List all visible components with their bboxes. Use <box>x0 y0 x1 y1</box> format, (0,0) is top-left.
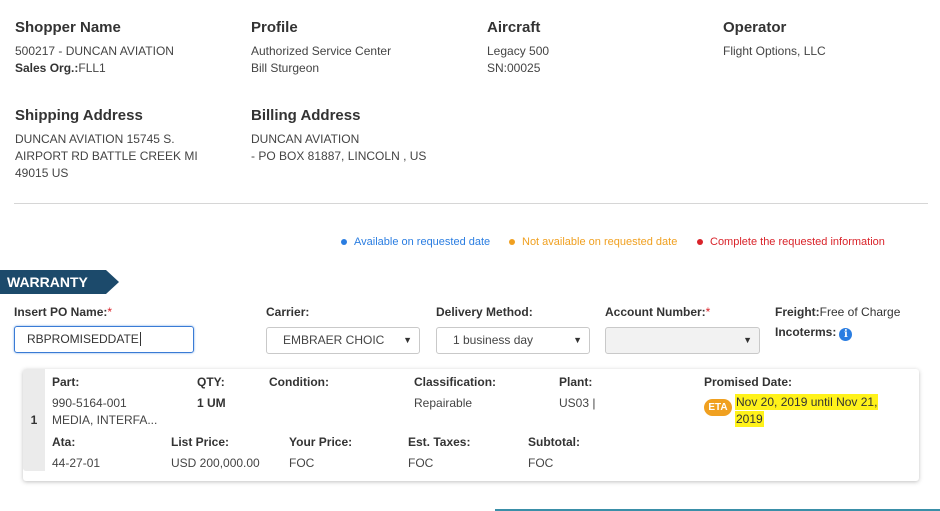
shipping-line-2: AIRPORT RD BATTLE CREEK MI <box>15 149 198 163</box>
profile-heading: Profile <box>251 19 298 36</box>
dropdown-arrow-icon: ▼ <box>573 335 582 345</box>
condition-label: Condition: <box>269 375 329 389</box>
your-price-value: FOC <box>289 456 315 470</box>
shopper-name-heading: Shopper Name <box>15 19 121 36</box>
shipping-line-1: DUNCAN AVIATION 15745 S. <box>15 132 175 146</box>
promised-date-value: Nov 20, 2019 until Nov 21, 2019 <box>736 394 896 428</box>
ata-label: Ata: <box>52 435 76 449</box>
delivery-method-select[interactable]: 1 business day ▼ <box>436 327 590 354</box>
carrier-select[interactable]: EMBRAER CHOIC ▼ <box>266 327 420 354</box>
aircraft-heading: Aircraft <box>487 19 541 36</box>
profile-info: Authorized Service Center Bill Sturgeon <box>251 43 391 77</box>
aircraft-info: Legacy 500 SN:00025 <box>487 43 549 77</box>
part-value: 990-5164-001 MEDIA, INTERFA... <box>52 395 157 429</box>
billing-address-heading: Billing Address <box>251 107 361 124</box>
carrier-value: EMBRAER CHOIC <box>283 333 385 347</box>
est-taxes-label: Est. Taxes: <box>408 435 471 449</box>
carrier-label: Carrier: <box>266 305 310 319</box>
account-number-label-text: Account Number: <box>605 305 706 319</box>
incoterms-label: Incoterms: <box>775 325 837 339</box>
profile-line-2: Bill Sturgeon <box>251 61 320 75</box>
freight-info: Freight:Free of Charge <box>775 305 900 319</box>
po-name-value: RBPROMISEDDATE <box>27 332 139 346</box>
blue-dot-icon <box>341 239 347 245</box>
promised-date-label: Promised Date: <box>704 375 793 389</box>
shipping-address-heading: Shipping Address <box>15 107 143 124</box>
freight-label: Freight: <box>775 305 820 319</box>
part-number: 990-5164-001 <box>52 396 127 410</box>
shopper-line: 500217 - DUNCAN AVIATION <box>15 44 174 58</box>
text-cursor <box>139 332 141 346</box>
billing-line-2: - PO BOX 81887, LINCOLN , US <box>251 149 427 163</box>
billing-address: DUNCAN AVIATION - PO BOX 81887, LINCOLN … <box>251 131 426 165</box>
qty-value: 1 UM <box>197 396 226 410</box>
red-dot-icon <box>697 239 703 245</box>
operator-name: Flight Options, LLC <box>723 44 826 58</box>
ata-value: 44-27-01 <box>52 456 101 470</box>
required-marker: * <box>705 305 711 319</box>
profile-line-1: Authorized Service Center <box>251 44 392 58</box>
est-taxes-value: FOC <box>408 456 434 470</box>
freight-value: Free of Charge <box>819 305 901 319</box>
shipping-line-3: 49015 US <box>15 166 69 180</box>
subtotal-value: FOC <box>528 456 554 470</box>
delivery-method-value: 1 business day <box>453 333 534 347</box>
sales-org-label: Sales Org.: <box>15 61 79 75</box>
part-description: MEDIA, INTERFA... <box>52 413 158 427</box>
promised-date-line-2: 2019 <box>736 412 763 426</box>
promised-date-line-1: Nov 20, 2019 until Nov 21, <box>736 395 878 409</box>
legend-available-label: Available on requested date <box>354 236 491 248</box>
eta-badge: ETA <box>704 399 732 416</box>
section-divider <box>14 203 928 204</box>
aircraft-serial: SN:00025 <box>487 61 541 75</box>
info-icon[interactable]: i <box>839 328 853 341</box>
dropdown-arrow-icon: ▼ <box>743 335 752 345</box>
operator-heading: Operator <box>723 19 787 36</box>
legend-complete: Complete the requested information <box>697 236 885 248</box>
shopper-info: 500217 - DUNCAN AVIATION Sales Org.:FLL1 <box>15 43 174 77</box>
po-name-label-text: Insert PO Name: <box>14 305 108 319</box>
shipping-address: DUNCAN AVIATION 15745 S. AIRPORT RD BATT… <box>15 131 198 182</box>
line-item-number: 1 <box>23 369 45 471</box>
delivery-method-label: Delivery Method: <box>436 305 533 319</box>
list-price-label: List Price: <box>171 435 230 449</box>
sales-org: Sales Org.:FLL1 <box>15 60 174 77</box>
aircraft-model: Legacy 500 <box>487 44 550 58</box>
legend-not-available-label: Not available on requested date <box>522 236 678 248</box>
legend-complete-label: Complete the requested information <box>710 236 885 248</box>
sales-org-value: FLL1 <box>78 61 106 75</box>
required-marker: * <box>107 305 113 319</box>
plant-label: Plant: <box>559 375 593 389</box>
po-name-label: Insert PO Name:* <box>14 305 112 319</box>
classification-value: Repairable <box>414 396 473 410</box>
account-number-label: Account Number:* <box>605 305 710 319</box>
your-price-label: Your Price: <box>289 435 353 449</box>
incoterms: Incoterms: i <box>775 325 853 341</box>
legend-not-available: Not available on requested date <box>509 236 677 248</box>
qty-label: QTY: <box>197 375 225 389</box>
list-price-value: USD 200,000.00 <box>171 456 260 470</box>
po-name-input[interactable]: RBPROMISEDDATE <box>14 326 194 353</box>
dropdown-arrow-icon: ▼ <box>403 335 412 345</box>
line-item-card: 1 Part: 990-5164-001 MEDIA, INTERFA... Q… <box>23 369 919 481</box>
account-number-select[interactable]: ▼ <box>605 327 760 354</box>
part-label: Part: <box>52 375 80 389</box>
section-title-warranty: WARRANTY <box>0 270 119 294</box>
billing-line-1: DUNCAN AVIATION <box>251 132 360 146</box>
subtotal-label: Subtotal: <box>528 435 580 449</box>
legend-available: Available on requested date <box>341 236 490 248</box>
plant-value: US03 | <box>559 396 596 410</box>
orange-dot-icon <box>509 239 515 245</box>
classification-label: Classification: <box>414 375 497 389</box>
